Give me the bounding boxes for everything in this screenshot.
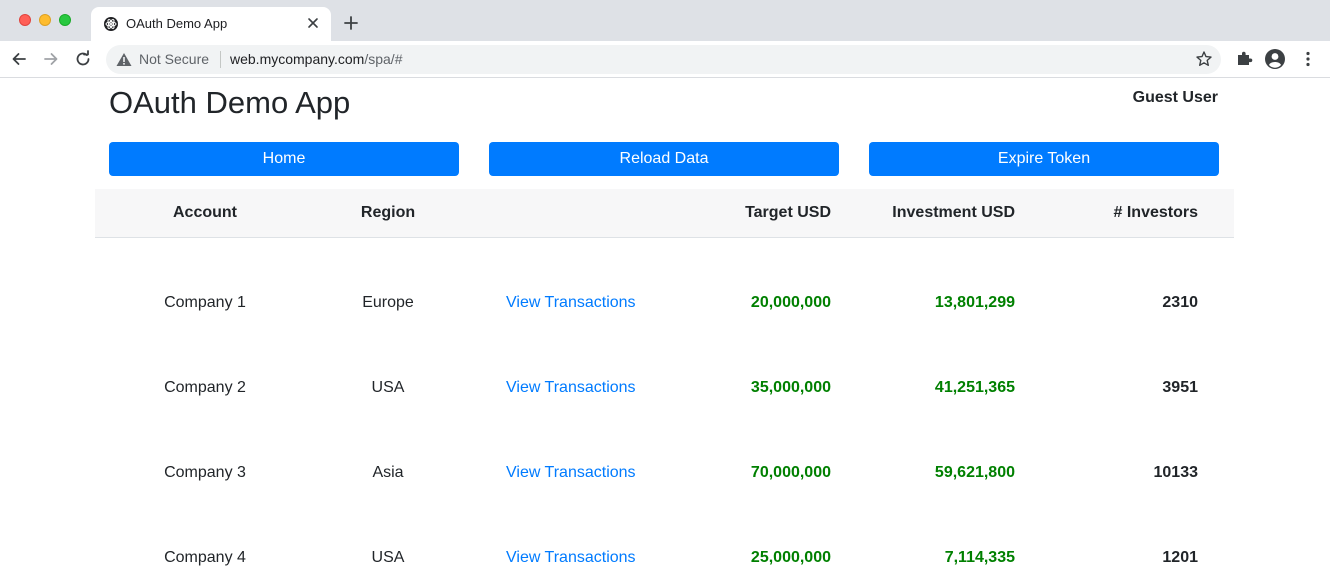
investment-usd-cell: 13,801,299 — [934, 294, 1015, 311]
security-status[interactable]: Not Secure — [139, 51, 209, 67]
investment-usd-cell: 7,114,335 — [944, 549, 1015, 566]
target-usd-cell: 25,000,000 — [750, 549, 831, 566]
minimize-window-button[interactable] — [39, 14, 51, 26]
extensions-puzzle-icon[interactable] — [1234, 49, 1254, 69]
region-cell: USA — [371, 379, 405, 396]
column-header-account: Account — [173, 204, 237, 221]
target-usd-cell: 70,000,000 — [750, 464, 831, 481]
investors-cell: 2310 — [1162, 294, 1198, 311]
browser-tab[interactable]: OAuth Demo App — [91, 7, 331, 41]
target-usd-cell: 20,000,000 — [750, 294, 831, 311]
expire-token-button[interactable]: Expire Token — [869, 142, 1219, 176]
investors-cell: 1201 — [1162, 549, 1198, 566]
target-usd-cell: 35,000,000 — [750, 379, 831, 396]
url-text[interactable]: web.mycompany.com/spa/# — [230, 51, 402, 67]
back-arrow-icon[interactable] — [10, 50, 28, 68]
maximize-window-button[interactable] — [59, 14, 71, 26]
bookmark-star-icon[interactable] — [1195, 50, 1213, 68]
view-transactions-link[interactable]: View Transactions — [506, 379, 636, 397]
account-cell: Company 1 — [164, 294, 246, 311]
view-transactions-link[interactable]: View Transactions — [506, 294, 636, 312]
user-name: Guest User — [1132, 89, 1218, 106]
column-header-region: Region — [360, 204, 416, 221]
url-host: web.mycompany.com — [230, 51, 365, 67]
close-window-button[interactable] — [19, 14, 31, 26]
region-cell: Europe — [362, 294, 414, 311]
view-transactions-link[interactable]: View Transactions — [506, 549, 636, 567]
account-cell: Company 3 — [164, 464, 246, 481]
page-title: OAuth Demo App — [109, 85, 351, 120]
investors-cell: 3951 — [1162, 379, 1198, 396]
new-tab-icon[interactable] — [342, 14, 360, 32]
column-header-investors: # Investors — [1113, 204, 1198, 221]
table-header: Account Region Target USD Investment USD… — [95, 189, 1234, 238]
view-transactions-link[interactable]: View Transactions — [506, 464, 636, 482]
reload-data-button[interactable]: Reload Data — [489, 142, 839, 176]
warning-icon — [116, 53, 132, 66]
home-button[interactable]: Home — [109, 142, 459, 176]
region-cell: USA — [371, 549, 405, 566]
investment-usd-cell: 41,251,365 — [934, 379, 1015, 396]
column-header-target: Target USD — [745, 204, 831, 221]
profile-avatar-icon[interactable] — [1265, 49, 1285, 69]
react-favicon-icon — [104, 17, 118, 31]
region-cell: Asia — [372, 464, 404, 481]
address-divider — [220, 51, 221, 68]
investment-usd-cell: 59,621,800 — [934, 464, 1015, 481]
reload-icon[interactable] — [74, 50, 92, 68]
account-cell: Company 2 — [164, 379, 246, 396]
account-cell: Company 4 — [164, 549, 246, 566]
column-header-investment: Investment USD — [892, 204, 1015, 221]
tab-title: OAuth Demo App — [126, 16, 228, 31]
more-menu-icon[interactable] — [1298, 49, 1318, 69]
browser-tab-bar: OAuth Demo App — [0, 0, 1330, 41]
close-tab-icon[interactable] — [304, 14, 322, 32]
investors-cell: 10133 — [1153, 464, 1199, 481]
address-bar[interactable]: Not Secure web.mycompany.com/spa/# — [106, 45, 1221, 74]
forward-arrow-icon[interactable] — [42, 50, 60, 68]
browser-toolbar: Not Secure web.mycompany.com/spa/# — [0, 41, 1330, 78]
url-path: /spa/# — [364, 51, 403, 67]
